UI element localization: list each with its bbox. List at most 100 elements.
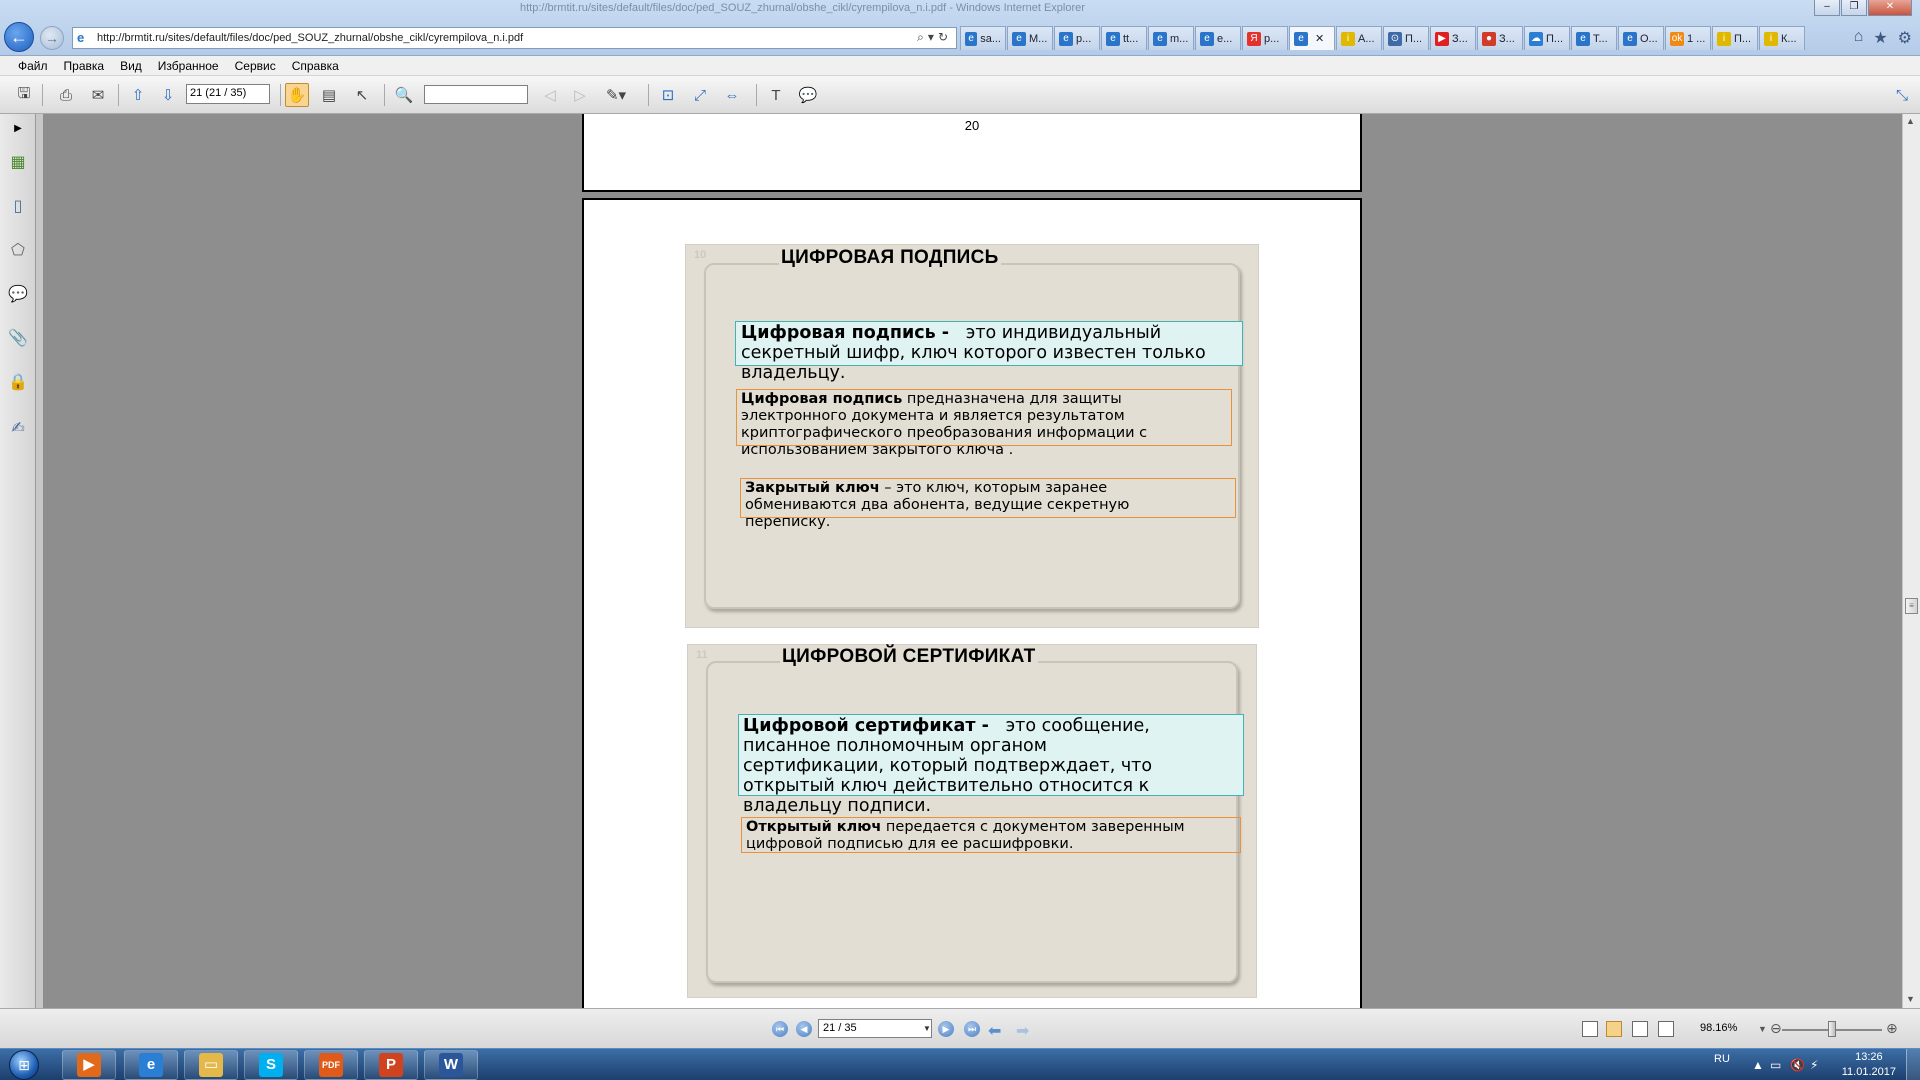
- zoom-dropdown-icon[interactable]: ▼: [1758, 1024, 1767, 1034]
- refresh-icon[interactable]: ↻: [938, 30, 952, 44]
- browser-tab[interactable]: ⊙ П...: [1383, 26, 1429, 50]
- browser-tab[interactable]: Яp...: [1242, 26, 1288, 50]
- fit-width-icon[interactable]: ⇔: [720, 83, 744, 107]
- browser-tab[interactable]: e e...: [1195, 26, 1241, 50]
- actual-size-icon[interactable]: ⊡: [656, 83, 680, 107]
- attachment-paperclip-icon[interactable]: 📎: [6, 326, 30, 350]
- clock[interactable]: 13:26 11.01.2017: [1842, 1050, 1896, 1080]
- fit-page-icon[interactable]: ⤢: [688, 83, 712, 107]
- browser-tab[interactable]: e О...: [1618, 26, 1664, 50]
- browser-tab[interactable]: ● З...: [1477, 26, 1523, 50]
- continuous-facing-view-icon[interactable]: [1658, 1021, 1674, 1037]
- browser-tab[interactable]: e Т...: [1571, 26, 1617, 50]
- menu-item[interactable]: Сервис: [235, 59, 276, 73]
- typewriter-icon[interactable]: T: [764, 83, 788, 107]
- print-icon[interactable]: ⎙: [54, 83, 78, 107]
- scrollbar-thumb[interactable]: ≡: [1905, 598, 1918, 614]
- dropdown-icon[interactable]: ▾: [928, 30, 938, 44]
- zoom-slider-knob[interactable]: [1828, 1021, 1836, 1037]
- taskbar-app-skype[interactable]: S: [244, 1050, 298, 1080]
- go-forward-view-icon[interactable]: ➡: [1016, 1021, 1029, 1041]
- browser-tab[interactable]: e p...: [1054, 26, 1100, 50]
- sign-tools-icon[interactable]: ✎▾: [604, 83, 628, 107]
- taskbar-app-file-explorer[interactable]: ▭: [184, 1050, 238, 1080]
- scroll-up-icon[interactable]: ▲: [1906, 116, 1915, 126]
- document-view[interactable]: 20 10 ЦИФРОВАЯ ПОДПИСЬ Цифровая подпись …: [45, 114, 1902, 1008]
- address-bar[interactable]: e http://brmtit.ru/sites/default/files/d…: [72, 27, 957, 49]
- expand-icon[interactable]: ⤡: [1890, 83, 1914, 107]
- scroll-down-icon[interactable]: ▼: [1906, 994, 1915, 1004]
- browser-tab[interactable]: e tt...: [1101, 26, 1147, 50]
- settings-gear-icon[interactable]: ⚙: [1898, 28, 1912, 48]
- comment-bubble-icon[interactable]: 💬: [796, 83, 820, 107]
- search-icon[interactable]: ⌕: [917, 30, 928, 44]
- minimize-button[interactable]: –: [1814, 0, 1840, 16]
- page-number-input[interactable]: 21 (21 / 35): [186, 84, 270, 104]
- browser-tab[interactable]: i A...: [1336, 26, 1382, 50]
- address-url[interactable]: http://brmtit.ru/sites/default/files/doc…: [97, 32, 897, 44]
- restore-button[interactable]: ❐: [1841, 0, 1867, 16]
- show-hidden-icons-icon[interactable]: ▲: [1752, 1058, 1764, 1072]
- find-input[interactable]: [424, 85, 528, 104]
- hand-tool-icon[interactable]: ✋: [285, 83, 309, 107]
- menu-item[interactable]: Справка: [292, 59, 339, 73]
- menu-item[interactable]: Избранное: [158, 59, 219, 73]
- forward-button[interactable]: →: [40, 26, 64, 50]
- select-text-icon[interactable]: ▤: [317, 83, 341, 107]
- sign-pen-icon[interactable]: ✍: [6, 416, 30, 440]
- zoom-out-icon[interactable]: ⊖: [1770, 1020, 1782, 1037]
- browser-tab[interactable]: ▶ З...: [1430, 26, 1476, 50]
- previous-page-icon[interactable]: ⇧: [126, 83, 150, 107]
- pages-icon[interactable]: ▦: [6, 150, 30, 174]
- browser-tab[interactable]: i К...: [1759, 26, 1805, 50]
- taskbar-app-powerpoint[interactable]: P: [364, 1050, 418, 1080]
- volume-muted-icon[interactable]: 🔇: [1790, 1058, 1805, 1072]
- find-next-icon[interactable]: ▷: [568, 83, 592, 107]
- home-icon[interactable]: ⌂: [1854, 28, 1864, 48]
- taskbar-app-pdf-reader[interactable]: PDF: [304, 1050, 358, 1080]
- taskbar-app-media-player[interactable]: ▶: [62, 1050, 116, 1080]
- email-icon[interactable]: ✉: [86, 83, 110, 107]
- browser-tab[interactable]: e m...: [1148, 26, 1194, 50]
- favorites-star-icon[interactable]: ★: [1873, 28, 1887, 48]
- taskbar-app-internet-explorer[interactable]: e: [124, 1050, 178, 1080]
- close-window-button[interactable]: ✕: [1868, 0, 1912, 16]
- browser-tab[interactable]: e ✕: [1289, 26, 1335, 50]
- next-page-icon[interactable]: ⇩: [156, 83, 180, 107]
- zoom-in-icon[interactable]: ⊕: [1886, 1020, 1898, 1037]
- continuous-view-icon[interactable]: [1606, 1021, 1622, 1037]
- select-arrow-icon[interactable]: ↖: [350, 83, 374, 107]
- security-lock-icon[interactable]: 🔒: [6, 370, 30, 394]
- show-desktop-button[interactable]: [1906, 1049, 1920, 1080]
- panel-resize-grip[interactable]: [36, 114, 44, 1008]
- status-page-input[interactable]: 21 / 35: [818, 1019, 932, 1038]
- menu-item[interactable]: Вид: [120, 59, 142, 73]
- eraser-icon[interactable]: ⬠: [6, 238, 30, 262]
- single-page-view-icon[interactable]: [1582, 1021, 1598, 1037]
- page-dropdown-icon[interactable]: ▼: [922, 1020, 932, 1037]
- browser-tab[interactable]: ☁ П...: [1524, 26, 1570, 50]
- prev-page-icon[interactable]: ◀: [796, 1021, 812, 1037]
- taskbar-app-word[interactable]: W: [424, 1050, 478, 1080]
- browser-tab[interactable]: e M...: [1007, 26, 1053, 50]
- page-icon[interactable]: ▯: [6, 194, 30, 218]
- expand-panel-icon[interactable]: ▶: [6, 116, 30, 140]
- go-back-view-icon[interactable]: ⬅: [988, 1021, 1001, 1041]
- vertical-scrollbar[interactable]: ▲ ≡ ▼: [1902, 114, 1920, 1008]
- save-icon[interactable]: 🖫: [12, 83, 36, 107]
- menu-item[interactable]: Правка: [64, 59, 105, 73]
- start-button[interactable]: ⊞: [4, 1049, 44, 1080]
- next-page-icon[interactable]: ▶: [938, 1021, 954, 1037]
- zoom-level[interactable]: 98.16%: [1700, 1022, 1737, 1034]
- browser-tab[interactable]: e sa...: [960, 26, 1006, 50]
- find-previous-icon[interactable]: ◁: [538, 83, 562, 107]
- last-page-icon[interactable]: ⏭: [964, 1021, 980, 1037]
- browser-tab[interactable]: i П...: [1712, 26, 1758, 50]
- menu-item[interactable]: Файл: [18, 59, 48, 73]
- power-icon[interactable]: ⚡: [1810, 1058, 1818, 1072]
- browser-tab[interactable]: ok 1 ...: [1665, 26, 1711, 50]
- network-icon[interactable]: ▭: [1770, 1058, 1781, 1072]
- find-binoculars-icon[interactable]: 🔍: [392, 83, 416, 107]
- facing-view-icon[interactable]: [1632, 1021, 1648, 1037]
- close-tab-icon[interactable]: ✕: [1315, 32, 1324, 45]
